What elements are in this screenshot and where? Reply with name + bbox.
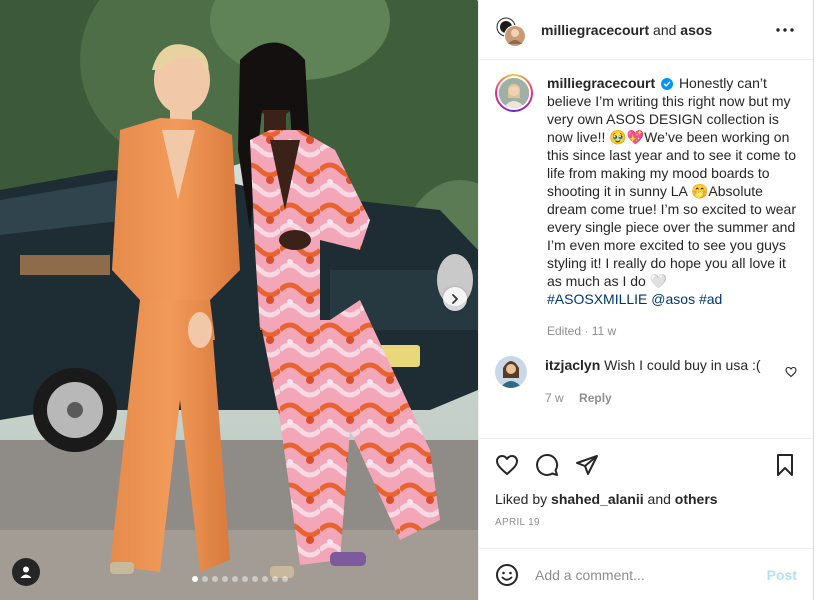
comment-bubble-icon bbox=[536, 454, 559, 476]
carousel-dot bbox=[282, 576, 288, 582]
post-header-names: milliegracecourt and asos bbox=[541, 22, 773, 38]
heart-icon bbox=[496, 455, 518, 475]
header-joiner: and bbox=[653, 21, 677, 38]
avatar bbox=[499, 78, 529, 108]
carousel-dot bbox=[242, 576, 248, 582]
share-button[interactable] bbox=[575, 453, 599, 477]
likes-joiner: and bbox=[647, 491, 671, 507]
post-date[interactable]: APRIL 19 bbox=[495, 517, 797, 528]
carousel-dot bbox=[212, 576, 218, 582]
post-comment-button[interactable]: Post bbox=[767, 567, 797, 583]
post-photo bbox=[0, 0, 478, 600]
bookmark-icon bbox=[777, 454, 793, 476]
avatar bbox=[496, 17, 526, 47]
more-horizontal-icon bbox=[776, 27, 794, 32]
comment-composer: Post bbox=[479, 548, 813, 600]
comment-item: itzjaclyn Wish I could buy in usa :( 7 w… bbox=[495, 356, 797, 407]
more-options-button[interactable] bbox=[773, 18, 797, 42]
carousel-dot bbox=[232, 576, 238, 582]
likes-summary: Liked by shahed_alanii and others bbox=[495, 491, 797, 507]
carousel-dot bbox=[272, 576, 278, 582]
post-header: milliegracecourt and asos bbox=[479, 0, 813, 60]
save-button[interactable] bbox=[773, 453, 797, 477]
carousel-indicator bbox=[0, 576, 478, 582]
comment-body: itzjaclyn Wish I could buy in usa :( 7 w… bbox=[545, 356, 785, 407]
carousel-dot bbox=[222, 576, 228, 582]
instagram-post: milliegracecourt and asos milliegracecou… bbox=[0, 0, 816, 600]
caption-meta: Edited · 11 w bbox=[547, 324, 617, 338]
header-username[interactable]: milliegracecourt bbox=[541, 22, 649, 38]
chevron-right-icon bbox=[452, 294, 458, 304]
mention-asos[interactable]: @asos bbox=[651, 291, 695, 307]
comment-text: Wish I could buy in usa :( bbox=[604, 357, 761, 373]
post-details: milliegracecourt and asos milliegracecou… bbox=[478, 0, 814, 600]
comment-meta: 7 w Reply bbox=[545, 389, 785, 407]
emoji-icon bbox=[496, 563, 518, 586]
carousel-dot bbox=[192, 576, 198, 582]
hashtag-asosxmillie[interactable]: #ASOSXMILLIE bbox=[547, 291, 647, 307]
comment-button[interactable] bbox=[535, 453, 559, 477]
carousel-dot bbox=[252, 576, 258, 582]
likes-others[interactable]: others bbox=[675, 491, 718, 507]
header-collaborator[interactable]: asos bbox=[680, 22, 712, 38]
post-actions: Liked by shahed_alanii and others APRIL … bbox=[479, 438, 813, 548]
carousel-dot bbox=[202, 576, 208, 582]
carousel-next-button[interactable] bbox=[443, 287, 467, 311]
reply-button[interactable]: Reply bbox=[579, 391, 612, 405]
emoji-button[interactable] bbox=[495, 563, 519, 587]
comment-avatar[interactable] bbox=[495, 356, 527, 388]
likes-prefix: Liked by bbox=[495, 491, 548, 507]
caption-body: milliegracecourt Honestly can’t believe … bbox=[547, 74, 797, 340]
heart-icon[interactable] bbox=[785, 366, 797, 378]
action-bar bbox=[495, 451, 797, 479]
caption-username[interactable]: milliegracecourt bbox=[547, 75, 655, 91]
carousel-dot bbox=[262, 576, 268, 582]
comment-age: 7 w bbox=[545, 391, 564, 405]
paper-plane-icon bbox=[576, 455, 598, 475]
comment-input[interactable] bbox=[535, 566, 767, 583]
likes-user[interactable]: shahed_alanii bbox=[551, 491, 644, 507]
comment-username[interactable]: itzjaclyn bbox=[545, 357, 600, 373]
post-media bbox=[0, 0, 478, 600]
collab-avatars[interactable] bbox=[495, 16, 527, 48]
comments-section: milliegracecourt Honestly can’t believe … bbox=[479, 60, 813, 438]
caption-text: Honestly can’t believe I’m writing this … bbox=[547, 75, 797, 289]
hashtag-ad[interactable]: #ad bbox=[699, 291, 722, 307]
avatar bbox=[495, 356, 527, 388]
verified-badge-icon bbox=[661, 78, 674, 90]
caption: milliegracecourt Honestly can’t believe … bbox=[495, 74, 797, 340]
caption-avatar[interactable] bbox=[495, 74, 533, 112]
like-button[interactable] bbox=[495, 453, 519, 477]
